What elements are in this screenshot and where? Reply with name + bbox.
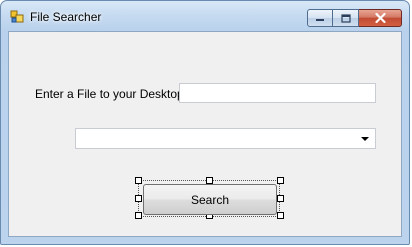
resize-handle-n[interactable] bbox=[206, 177, 213, 184]
resize-handle-sw[interactable] bbox=[135, 212, 142, 219]
form-client-area: Enter a File to your Desktop: Search bbox=[8, 31, 402, 237]
window-title: File Searcher bbox=[30, 10, 102, 24]
resize-handle-e[interactable] bbox=[277, 195, 284, 202]
minimize-icon bbox=[316, 19, 324, 21]
maximize-icon bbox=[340, 13, 351, 23]
close-icon bbox=[374, 13, 386, 23]
file-label: Enter a File to your Desktop: bbox=[35, 87, 188, 101]
resize-handle-ne[interactable] bbox=[277, 177, 284, 184]
search-button[interactable]: Search bbox=[143, 184, 277, 215]
caption-buttons bbox=[307, 9, 402, 27]
app-forms-icon bbox=[10, 10, 24, 23]
chevron-down-icon[interactable] bbox=[357, 129, 373, 148]
app-window: File Searcher Enter a File to your Deskt… bbox=[0, 0, 410, 245]
maximize-button[interactable] bbox=[333, 9, 359, 27]
resize-handle-w[interactable] bbox=[135, 195, 142, 202]
results-combobox[interactable] bbox=[75, 128, 376, 149]
title-bar[interactable]: File Searcher bbox=[1, 1, 409, 31]
resize-handle-se[interactable] bbox=[277, 212, 284, 219]
minimize-button[interactable] bbox=[307, 9, 333, 27]
file-input[interactable] bbox=[179, 83, 376, 103]
resize-handle-nw[interactable] bbox=[135, 177, 142, 184]
close-button[interactable] bbox=[359, 9, 402, 27]
